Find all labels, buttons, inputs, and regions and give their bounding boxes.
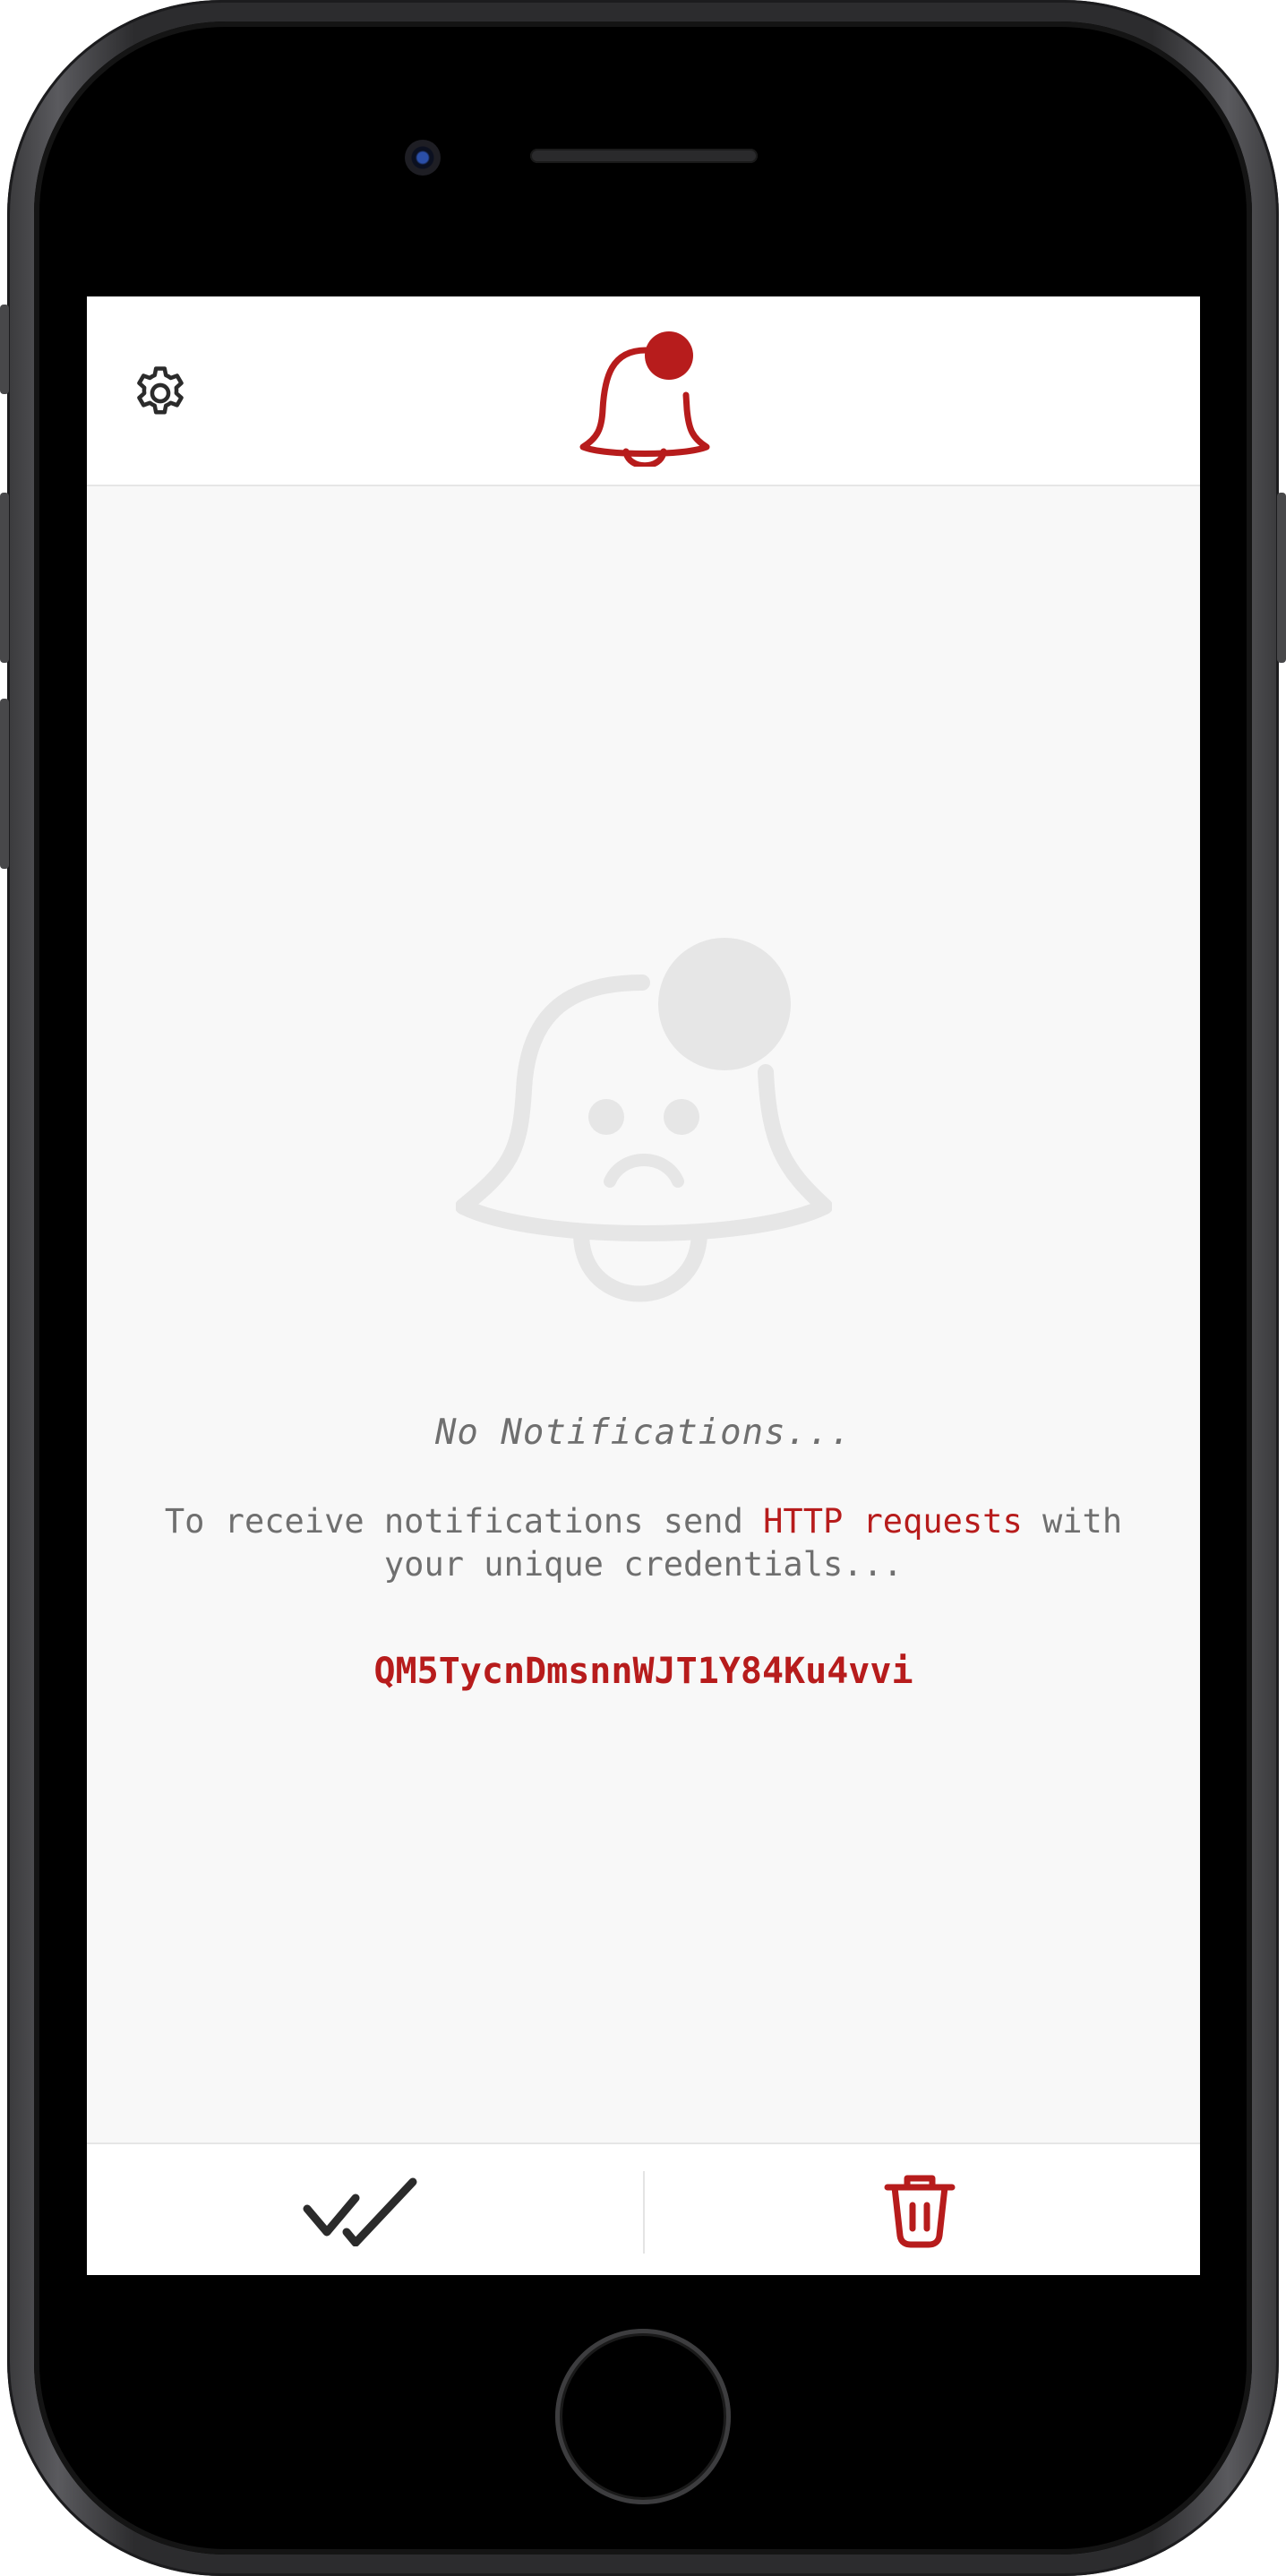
power-button: [1277, 493, 1286, 663]
credential-token[interactable]: QM5TycnDmsnnWJT1Y84Ku4vvi: [87, 1651, 1200, 1692]
empty-state-description: To receive notifications send HTTP reque…: [141, 1500, 1146, 1586]
top-bar: [87, 296, 1200, 486]
http-requests-link[interactable]: HTTP requests: [763, 1502, 1023, 1541]
app-screen: No Notifications... To receive notificat…: [87, 296, 1200, 2275]
bell-notification-icon: [579, 331, 710, 469]
trash-icon: [884, 2175, 956, 2248]
bottom-bar: [87, 2142, 1200, 2275]
empty-state-title: No Notifications...: [434, 1413, 853, 1453]
bottom-bar-divider: [643, 2171, 645, 2254]
home-button[interactable]: [555, 2329, 731, 2504]
sad-bell-icon: [455, 938, 833, 1302]
earpiece-speaker: [530, 149, 758, 163]
description-text-start: To receive notifications send: [164, 1502, 764, 1541]
app-logo: [578, 323, 712, 469]
delete-all-button[interactable]: [882, 2171, 957, 2250]
mute-switch: [0, 305, 9, 394]
settings-button[interactable]: [130, 363, 191, 424]
double-check-icon: [303, 2177, 417, 2247]
front-camera: [405, 140, 441, 176]
empty-state-illustration: [455, 938, 833, 1332]
volume-down-button: [0, 699, 9, 869]
gear-icon: [137, 366, 184, 415]
volume-up-button: [0, 493, 9, 663]
mark-all-read-button[interactable]: [302, 2175, 420, 2247]
